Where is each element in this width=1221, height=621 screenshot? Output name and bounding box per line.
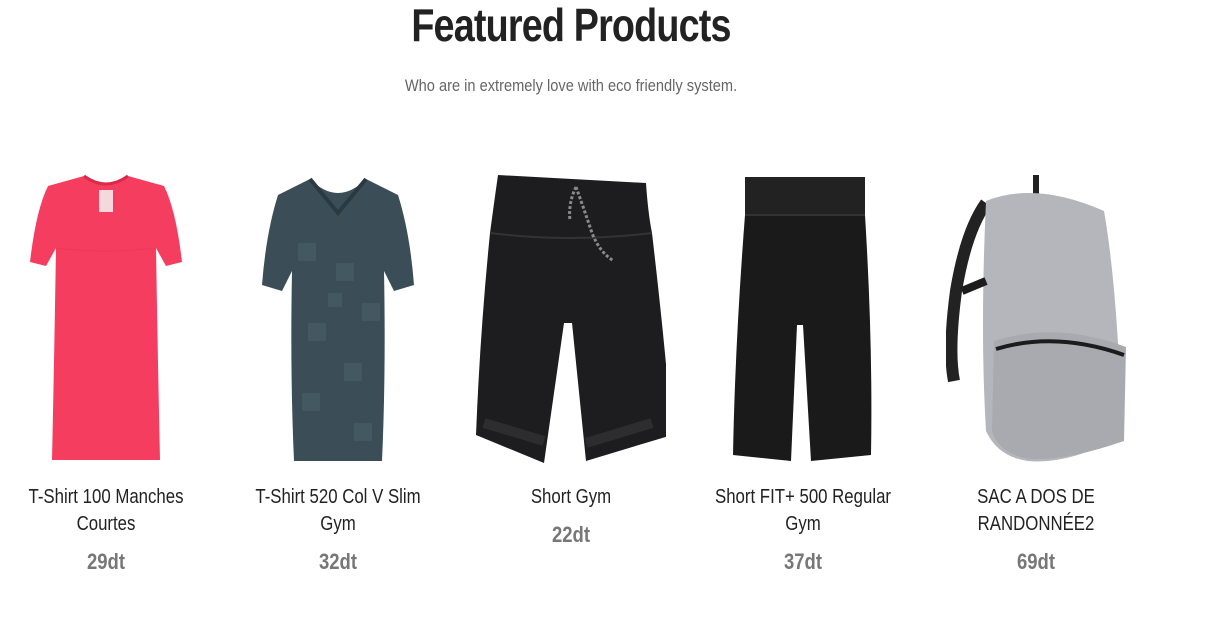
product-name-line2[interactable]: Courtes <box>24 511 189 538</box>
product-card-backpack[interactable]: SAC A DOS DE RANDONNÉE2 69dt <box>936 165 1136 575</box>
black-shorts-image[interactable] <box>462 165 680 465</box>
product-price: 32dt <box>318 549 358 574</box>
black-long-shorts-image[interactable] <box>690 165 916 465</box>
product-name-line1[interactable]: T-Shirt 100 Manches <box>24 484 189 511</box>
section-subtitle: Who are in extremely love with eco frien… <box>404 76 738 95</box>
product-card-tshirt-100[interactable]: T-Shirt 100 Manches Courtes 29dt <box>8 165 204 575</box>
product-name[interactable]: T-Shirt 520 Col V Slim Gym <box>246 484 431 538</box>
product-card-tshirt-520[interactable]: T-Shirt 520 Col V Slim Gym 32dt <box>228 165 448 575</box>
grey-backpack-image[interactable] <box>936 165 1136 465</box>
product-name-line2[interactable]: RANDONNÉE2 <box>952 511 1120 538</box>
product-name[interactable]: Short Gym <box>479 484 662 511</box>
dark-teal-tshirt-image[interactable] <box>228 165 448 465</box>
product-name[interactable]: Short FIT+ 500 Regular Gym <box>708 484 898 538</box>
product-card-short-fit-500[interactable]: Short FIT+ 500 Regular Gym 37dt <box>690 165 916 575</box>
pink-tshirt-image[interactable] <box>8 165 204 465</box>
product-price: 69dt <box>1016 549 1056 574</box>
product-card-short-gym[interactable]: Short Gym 22dt <box>462 165 680 548</box>
product-price: 29dt <box>86 549 126 574</box>
product-name-line1[interactable]: SAC A DOS DE <box>952 484 1120 511</box>
product-price: 37dt <box>783 549 823 574</box>
product-price: 22dt <box>551 522 591 547</box>
section-title: Featured Products <box>411 0 731 51</box>
